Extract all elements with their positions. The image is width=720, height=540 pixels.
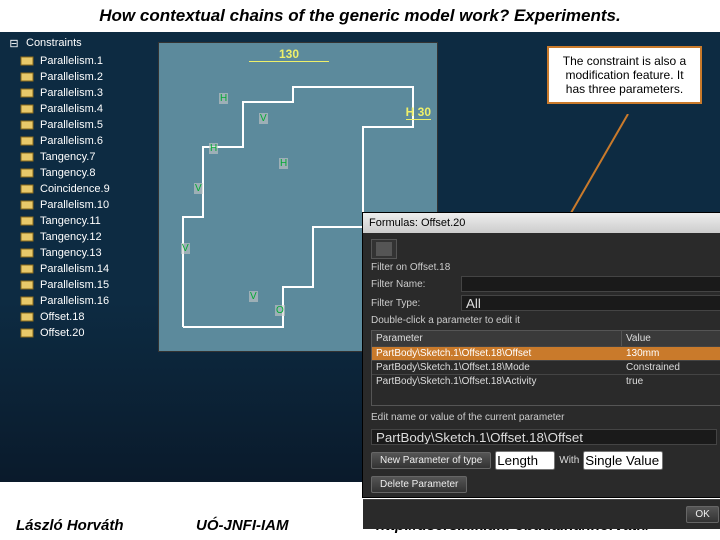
param-name-input[interactable] [371, 429, 717, 445]
tool-icon[interactable] [376, 242, 392, 256]
tree-item[interactable]: Parallelism.5 [20, 117, 148, 133]
tree-item[interactable]: Parallelism.2 [20, 69, 148, 85]
constraint-icon [20, 182, 36, 196]
tree-item-label: Offset.20 [40, 327, 84, 339]
tree-item-label: Parallelism.6 [40, 135, 103, 147]
table-row[interactable]: PartBody\Sketch.1\Offset.18\Offset130mm [372, 346, 720, 360]
dialog-titlebar[interactable]: Formulas: Offset.20 ? x [363, 213, 720, 233]
constraint-h-icon: H [219, 93, 228, 104]
tree-item-label: Tangency.11 [40, 215, 101, 227]
tree-item[interactable]: Tangency.7 [20, 149, 148, 165]
constraint-icon [20, 166, 36, 180]
tree-item-label: Coincidence.9 [40, 183, 110, 195]
constraint-icon [20, 54, 36, 68]
constraint-v-icon: V [259, 113, 268, 124]
tree-item[interactable]: Tangency.8 [20, 165, 148, 181]
constraint-h-icon: H [209, 143, 218, 154]
dimension-right[interactable]: H 30 [406, 105, 431, 120]
filter-type-label: Filter Type: [371, 298, 455, 309]
tree-item-label: Parallelism.3 [40, 87, 103, 99]
tree-item[interactable]: Tangency.12 [20, 229, 148, 245]
table-row[interactable]: PartBody\Sketch.1\Offset.18\Activitytrue [372, 374, 720, 388]
tree-item-label: Parallelism.10 [40, 199, 109, 211]
tree-item[interactable]: Parallelism.16 [20, 293, 148, 309]
tree-item[interactable]: Tangency.13 [20, 245, 148, 261]
edit-caption: Edit name or value of the current parame… [371, 412, 720, 423]
tree-item[interactable]: Parallelism.1 [20, 53, 148, 69]
constraint-icon [20, 150, 36, 164]
tree-item[interactable]: Parallelism.15 [20, 277, 148, 293]
constraint-icon [20, 278, 36, 292]
delete-parameter-button[interactable]: Delete Parameter [371, 476, 467, 493]
tree-root[interactable]: ⊟ Constraints [6, 36, 148, 50]
tree-item[interactable]: Coincidence.9 [20, 181, 148, 197]
filter-name-label: Filter Name: [371, 279, 455, 290]
tree-item-label: Parallelism.15 [40, 279, 109, 291]
constraint-icon [20, 134, 36, 148]
constraint-icon [20, 294, 36, 308]
constraint-icon [20, 86, 36, 100]
constraint-icon [20, 70, 36, 84]
filter-name-input[interactable] [461, 276, 720, 292]
constraint-v-icon: V [194, 183, 203, 194]
tree-item[interactable]: Parallelism.3 [20, 85, 148, 101]
tree-item-label: Parallelism.1 [40, 55, 103, 67]
tree-item-label: Offset.18 [40, 311, 84, 323]
grid-caption: Double-click a parameter to edit it [371, 315, 720, 326]
canvas-area: 130 H 30 H V H H V V V O The constraint … [148, 32, 720, 482]
dialog-toolbar[interactable] [371, 239, 397, 259]
param-type-select[interactable] [495, 451, 555, 470]
tree-root-label: Constraints [26, 37, 82, 49]
constraints-tree[interactable]: ⊟ Constraints Parallelism.1 Parallelism.2… [0, 32, 148, 482]
tree-item-label: Parallelism.16 [40, 295, 109, 307]
tree-item[interactable]: Parallelism.10 [20, 197, 148, 213]
constraint-h-icon: H [279, 158, 288, 169]
formulas-dialog: Formulas: Offset.20 ? x Import... Filter… [362, 212, 720, 498]
tree-item-label: Tangency.7 [40, 151, 95, 163]
constraint-icon [20, 230, 36, 244]
table-row[interactable]: PartBody\Sketch.1\Offset.18\ModeConstrai… [372, 360, 720, 374]
col-parameter[interactable]: Parameter [372, 331, 622, 346]
tree-item-label: Parallelism.14 [40, 263, 109, 275]
tree-item[interactable]: Parallelism.6 [20, 133, 148, 149]
new-parameter-button[interactable]: New Parameter of type [371, 452, 491, 469]
constraint-icon [20, 198, 36, 212]
tree-item-label: Parallelism.4 [40, 103, 103, 115]
tree-item-label: Parallelism.5 [40, 119, 103, 131]
main-area: ⊟ Constraints Parallelism.1 Parallelism.2… [0, 32, 720, 482]
constraint-icon [20, 326, 36, 340]
tree-item[interactable]: Tangency.11 [20, 213, 148, 229]
collapse-icon[interactable]: ⊟ [6, 36, 22, 50]
dimension-top[interactable]: 130 [249, 47, 329, 62]
with-label: With [559, 455, 579, 466]
constraint-icon [20, 118, 36, 132]
tree-item-label: Tangency.8 [40, 167, 95, 179]
tree-item[interactable]: Parallelism.14 [20, 261, 148, 277]
footer-author: László Horváth [16, 517, 196, 534]
parameter-grid[interactable]: Parameter Value Formula PartBody\Sketch.… [371, 330, 720, 406]
constraint-icon [20, 262, 36, 276]
tree-item[interactable]: Offset.20 [20, 325, 148, 341]
constraint-v-icon: V [249, 291, 258, 302]
constraint-icon [20, 102, 36, 116]
footer-org: UÓ-JNFI-IAM [196, 517, 376, 534]
tree-item-label: Tangency.12 [40, 231, 102, 243]
tree-item[interactable]: Parallelism.4 [20, 101, 148, 117]
col-value[interactable]: Value [622, 331, 720, 346]
constraint-icon [20, 246, 36, 260]
constraint-o-icon: O [275, 305, 285, 316]
tree-item-label: Parallelism.2 [40, 71, 103, 83]
with-value-select[interactable] [583, 451, 663, 470]
tree-item[interactable]: Offset.18 [20, 309, 148, 325]
filter-type-select[interactable] [461, 295, 720, 311]
constraint-icon [20, 310, 36, 324]
constraint-v-icon: V [181, 243, 190, 254]
constraint-icon [20, 214, 36, 228]
dialog-title-text: Formulas: Offset.20 [369, 217, 465, 229]
page-title: How contextual chains of the generic mod… [0, 0, 720, 32]
tree-item-label: Tangency.13 [40, 247, 102, 259]
filter-on-label: Filter on Offset.18 [371, 262, 455, 273]
annotation-callout: The constraint is also a modification fe… [547, 46, 702, 104]
ok-button[interactable]: OK [686, 506, 718, 523]
